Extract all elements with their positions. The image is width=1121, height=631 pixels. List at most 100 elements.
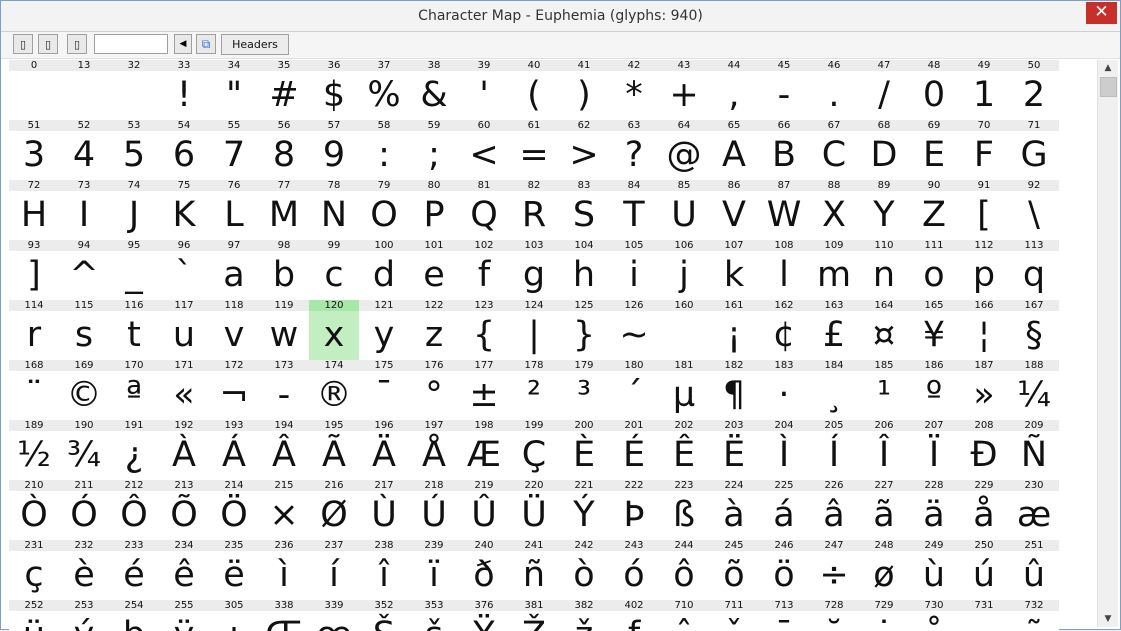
copy-icon[interactable]: ⧉ (196, 34, 216, 54)
glyph-cell[interactable]: 236 ì (259, 540, 309, 600)
glyph-cell[interactable]: 118 v (209, 300, 259, 360)
glyph-cell[interactable]: 57 9 (309, 120, 359, 180)
glyph-cell[interactable]: 200 È (559, 420, 609, 480)
glyph-cell[interactable]: 160 (659, 300, 709, 360)
glyph-cell[interactable]: 195 Ã (309, 420, 359, 480)
glyph-cell[interactable]: 161 ¡ (709, 300, 759, 360)
glyph-cell[interactable]: 352Š (359, 600, 409, 631)
vertical-scrollbar[interactable]: ▲ ▼ (1097, 60, 1118, 627)
glyph-cell[interactable]: 87 W (759, 180, 809, 240)
glyph-cell[interactable]: 45 - (759, 60, 809, 120)
glyph-cell[interactable]: 221 Ý (559, 480, 609, 540)
glyph-cell[interactable]: 82 R (509, 180, 559, 240)
glyph-cell[interactable]: 46. (809, 60, 859, 120)
glyph-cell[interactable]: 162 ¢ (759, 300, 809, 360)
glyph-cell[interactable]: 202 Ê (659, 420, 709, 480)
glyph-cell[interactable]: 163 £ (809, 300, 859, 360)
scroll-down-icon[interactable]: ▼ (1098, 611, 1118, 627)
glyph-cell[interactable]: 101 e (409, 240, 459, 300)
glyph-cell[interactable]: 33! (159, 60, 209, 120)
glyph-cell[interactable]: 65 A (709, 120, 759, 180)
glyph-cell[interactable]: 43 + (659, 60, 709, 120)
glyph-cell[interactable]: 105 i (609, 240, 659, 300)
glyph-cell[interactable]: 185 ¹ (859, 360, 909, 420)
glyph-cell[interactable]: 63? (609, 120, 659, 180)
glyph-cell[interactable]: 64 @ (659, 120, 709, 180)
glyph-cell[interactable]: 67 C (809, 120, 859, 180)
glyph-cell[interactable]: 183 · (759, 360, 809, 420)
glyph-cell[interactable]: 35 # (259, 60, 309, 120)
glyph-cell[interactable]: 215 × (259, 480, 309, 540)
glyph-cell[interactable]: 232 è (59, 540, 109, 600)
glyph-cell[interactable]: 13 (59, 60, 109, 120)
glyph-cell[interactable]: 225 á (759, 480, 809, 540)
glyph-cell[interactable]: 34 " (209, 60, 259, 120)
glyph-cell[interactable]: 110 n (859, 240, 909, 300)
glyph-cell[interactable]: 44, (709, 60, 759, 120)
glyph-cell[interactable]: 191 ¿ (109, 420, 159, 480)
glyph-cell[interactable]: 93] (9, 240, 59, 300)
glyph-cell[interactable]: 54 6 (159, 120, 209, 180)
glyph-cell[interactable]: 42 * (609, 60, 659, 120)
glyph-cell[interactable]: 106 j (659, 240, 709, 300)
glyph-cell[interactable]: 226 â (809, 480, 859, 540)
glyph-cell[interactable]: 0 (9, 60, 59, 120)
glyph-cell[interactable]: 98 b (259, 240, 309, 300)
glyph-cell[interactable]: 203 Ë (709, 420, 759, 480)
glyph-cell[interactable]: 193 Á (209, 420, 259, 480)
glyph-cell[interactable]: 94 ^ (59, 240, 109, 300)
glyph-cell[interactable]: 402ƒ (609, 600, 659, 631)
glyph-cell[interactable]: 710ˆ (659, 600, 709, 631)
glyph-cell[interactable]: 730˚ (909, 600, 959, 631)
glyph-cell[interactable]: 248 ø (859, 540, 909, 600)
glyph-cell[interactable]: 119 w (259, 300, 309, 360)
glyph-cell[interactable]: 76 L (209, 180, 259, 240)
glyph-cell[interactable]: 77 M (259, 180, 309, 240)
glyph-cell[interactable]: 247 ÷ (809, 540, 859, 600)
glyph-cell[interactable]: 246 ö (759, 540, 809, 600)
glyph-cell[interactable]: 178 ² (509, 360, 559, 420)
previous-button[interactable]: ◀ (174, 34, 192, 54)
glyph-cell[interactable]: 90 Z (909, 180, 959, 240)
glyph-cell[interactable]: 97 a (209, 240, 259, 300)
glyph-cell[interactable]: 231 ç (9, 540, 59, 600)
glyph-cell[interactable]: 80 P (409, 180, 459, 240)
glyph-cell[interactable]: 115 s (59, 300, 109, 360)
glyph-cell[interactable]: 235 ë (209, 540, 259, 600)
glyph-cell[interactable]: 168 ¨ (9, 360, 59, 420)
glyph-cell[interactable]: 66 B (759, 120, 809, 180)
glyph-cell[interactable]: 55 7 (209, 120, 259, 180)
glyph-cell[interactable]: 222 Þ (609, 480, 659, 540)
search-field[interactable] (94, 34, 169, 55)
glyph-cell[interactable]: 381Ž (509, 600, 559, 631)
glyph-cell[interactable]: 245 õ (709, 540, 759, 600)
glyph-cell[interactable]: 211 Ó (59, 480, 109, 540)
glyph-cell[interactable]: 107 k (709, 240, 759, 300)
glyph-cell[interactable]: 89 Y (859, 180, 909, 240)
glyph-cell[interactable]: 171 « (159, 360, 209, 420)
glyph-cell[interactable]: 56 8 (259, 120, 309, 180)
glyph-cell[interactable]: 252ü (9, 600, 59, 631)
glyph-cell[interactable]: 713ˉ (759, 600, 809, 631)
glyph-cell[interactable]: 230 æ (1009, 480, 1059, 540)
glyph-cell[interactable]: 79 O (359, 180, 409, 240)
glyph-cell[interactable]: 728˘ (809, 600, 859, 631)
glyph-cell[interactable]: 117 u (159, 300, 209, 360)
glyph-cell[interactable]: 167 § (1009, 300, 1059, 360)
glyph-cell[interactable]: 39 ' (459, 60, 509, 120)
glyph-cell[interactable]: 227 ã (859, 480, 909, 540)
glyph-cell[interactable]: 83 S (559, 180, 609, 240)
glyph-cell[interactable]: 99 c (309, 240, 359, 300)
glyph-cell[interactable]: 100 d (359, 240, 409, 300)
glyph-cell[interactable]: 121 y (359, 300, 409, 360)
glyph-cell[interactable]: 241 ñ (509, 540, 559, 600)
glyph-cell[interactable]: 251 û (1009, 540, 1059, 600)
glyph-cell[interactable]: 233 é (109, 540, 159, 600)
glyph-cell[interactable]: 207 Ï (909, 420, 959, 480)
glyph-cell[interactable]: 196 Ä (359, 420, 409, 480)
glyph-cell[interactable]: 188 ¼ (1009, 360, 1059, 420)
glyph-cell[interactable]: 172 ¬ (209, 360, 259, 420)
glyph-cell[interactable]: 243 ó (609, 540, 659, 600)
glyph-cell[interactable]: 205 Í (809, 420, 859, 480)
glyph-cell[interactable]: 209 Ñ (1009, 420, 1059, 480)
